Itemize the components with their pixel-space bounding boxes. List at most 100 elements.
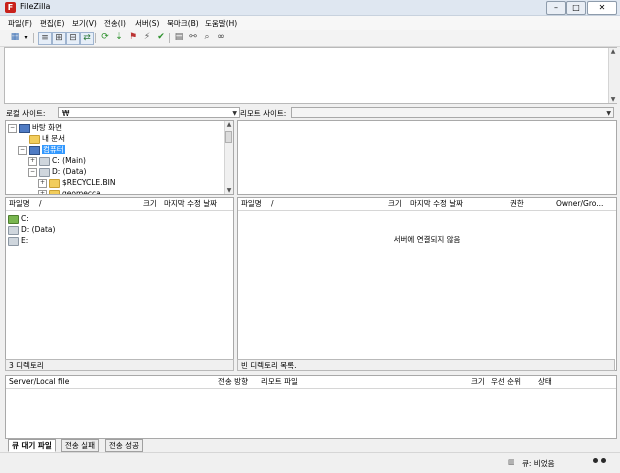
remote-file-list[interactable]: 파일명 / 크기 마지막 수정 날짜 권한 Owner/Gro... 서버에 연… [237,197,617,371]
reconnect-icon[interactable]: ✔ [155,32,167,43]
file-row-d[interactable]: D: (Data) [8,224,233,235]
remote-file-header: 파일명 / 크기 마지막 수정 날짜 권한 Owner/Gro... [238,198,616,211]
monitor-icon [29,145,40,155]
log-scrollbar[interactable]: ▲ ▼ [608,48,617,103]
menu-bar: 파일(F) 편집(E) 보기(V) 전송(I) 서버(S) 북마크(B) 도움말… [0,16,620,30]
remote-path-combo[interactable]: ▼ [291,107,614,118]
col-direction[interactable]: 전송 방향 [218,376,248,388]
dropdown-icon[interactable]: ▾ [22,32,30,43]
maximize-button[interactable]: □ [566,1,586,15]
transfer-queue[interactable]: Server/Local file 전송 방향 리모트 파일 크기 우선 순위 … [5,375,617,439]
tree-item[interactable]: + geomecca [8,188,222,194]
site-manager-icon[interactable]: ▦ [9,32,21,43]
local-path-value: ₩ [62,109,70,118]
disconnect-icon[interactable]: ⚡ [141,32,153,43]
monitor-icon [19,123,30,133]
collapse-icon[interactable]: − [28,167,37,177]
folder-icon [29,134,40,144]
col-owner[interactable]: Owner/Gro... [556,198,603,210]
col-size[interactable]: 크기 [388,198,402,210]
file-name: D: (Data) [21,225,56,234]
col-sort-indicator: / [39,199,42,208]
toggle-local-tree-icon[interactable]: ⊞ [52,32,66,45]
tree-item[interactable]: 내 문서 [8,133,222,144]
menu-file[interactable]: 파일(F) [8,18,32,29]
remote-status: 빈 디렉토리 목록. [237,359,615,371]
message-log[interactable]: ▲ ▼ [4,47,617,104]
close-button[interactable]: ✕ [587,1,617,15]
binoculars-icon[interactable]: ∞ [215,32,227,43]
collapse-icon[interactable]: − [18,145,27,155]
file-row-c[interactable]: C: [8,213,233,224]
local-file-header: 파일명 / 크기 마지막 수정 날짜 [6,198,233,211]
menu-view[interactable]: 보기(V) [72,18,97,29]
not-connected-message: 서버에 연결되지 않음 [393,235,461,244]
tree-item-label: 컴퓨터 [42,145,65,154]
cancel-icon[interactable]: ⚑ [127,32,139,43]
local-site-label: 로컬 사이트: [6,109,46,118]
title-bar: F FileZilla – □ ✕ [0,0,620,16]
minimize-button[interactable]: – [546,1,566,15]
tree-item-label: $RECYCLE.BIN [62,178,116,187]
tree-item[interactable]: − 컴퓨터 [8,144,222,155]
col-filename[interactable]: 파일명 [241,198,262,210]
search-icon[interactable]: ⌕ [201,32,213,43]
col-size[interactable]: 크기 [143,198,157,210]
menu-transfer[interactable]: 전송(I) [104,18,126,29]
file-row-e[interactable]: E: [8,235,233,246]
col-remote-file[interactable]: 리모트 파일 [261,376,298,388]
dir-compare-icon[interactable]: ▤ [173,32,185,43]
col-permissions[interactable]: 권한 [510,198,524,210]
scroll-thumb[interactable] [225,131,232,143]
col-modified[interactable]: 마지막 수정 날짜 [410,198,463,210]
col-sort-indicator: / [271,199,274,208]
drive-icon [8,214,19,224]
local-path-combo[interactable]: ₩ ▼ [58,107,240,118]
expand-icon[interactable]: + [38,189,47,194]
tree-item[interactable]: + $RECYCLE.BIN [8,177,222,188]
tab-failed-transfers[interactable]: 전송 실패 [61,439,99,452]
tab-queued-files[interactable]: 큐 대기 파일 [8,439,56,452]
local-file-list[interactable]: 파일명 / 크기 마지막 수정 날짜 C: D: (Data) E: [5,197,234,371]
drive-icon [8,225,19,235]
tab-successful-transfers[interactable]: 전송 성공 [105,439,143,452]
queue-header: Server/Local file 전송 방향 리모트 파일 크기 우선 순위 … [6,376,616,389]
chevron-down-icon[interactable]: ▼ [232,108,237,119]
folder-icon [49,189,60,194]
scroll-down-icon[interactable]: ▼ [609,96,617,103]
menu-bookmarks[interactable]: 북마크(B) [167,18,199,29]
col-size[interactable]: 크기 [471,376,485,388]
tree-item[interactable]: − 바탕 화면 [8,122,222,133]
remote-tree[interactable] [237,120,617,195]
process-queue-icon[interactable]: ⇣ [113,32,125,43]
drive-icon [8,236,19,246]
menu-help[interactable]: 도움말(H) [205,18,237,29]
local-tree[interactable]: − 바탕 화면 내 문서 − 컴퓨터 + C: (Main) − D: (Data) + $RECY… [5,120,234,195]
scroll-up-icon[interactable]: ▲ [609,48,617,55]
sync-browse-icon[interactable]: ⚯ [187,32,199,43]
menu-server[interactable]: 서버(S) [135,18,159,29]
col-priority[interactable]: 우선 순위 [491,376,521,388]
scroll-down-icon[interactable]: ▼ [225,187,233,194]
toolbar-separator [33,33,34,43]
col-server-local-file[interactable]: Server/Local file [9,376,69,388]
toggle-queue-icon[interactable]: ⇄ [80,32,94,45]
tree-item[interactable]: − D: (Data) [8,166,222,177]
expand-icon[interactable]: + [38,178,47,188]
local-tree-scrollbar[interactable]: ▲ ▼ [224,121,233,194]
chevron-down-icon[interactable]: ▼ [606,108,611,119]
toggle-log-icon[interactable]: ≡ [38,32,52,45]
collapse-icon[interactable]: − [8,123,17,133]
tree-item[interactable]: + C: (Main) [8,155,222,166]
col-filename[interactable]: 파일명 [9,198,30,210]
remote-site-label: 리모트 사이트: [240,109,287,118]
col-status[interactable]: 상태 [538,376,552,388]
local-status: 3 디렉토리 [5,359,234,371]
menu-edit[interactable]: 편집(E) [40,18,64,29]
tree-item-label: C: (Main) [52,156,86,165]
expand-icon[interactable]: + [28,156,37,166]
refresh-icon[interactable]: ⟳ [99,32,111,43]
col-modified[interactable]: 마지막 수정 날짜 [164,198,217,210]
toggle-remote-tree-icon[interactable]: ⊟ [66,32,80,45]
scroll-up-icon[interactable]: ▲ [225,121,233,128]
